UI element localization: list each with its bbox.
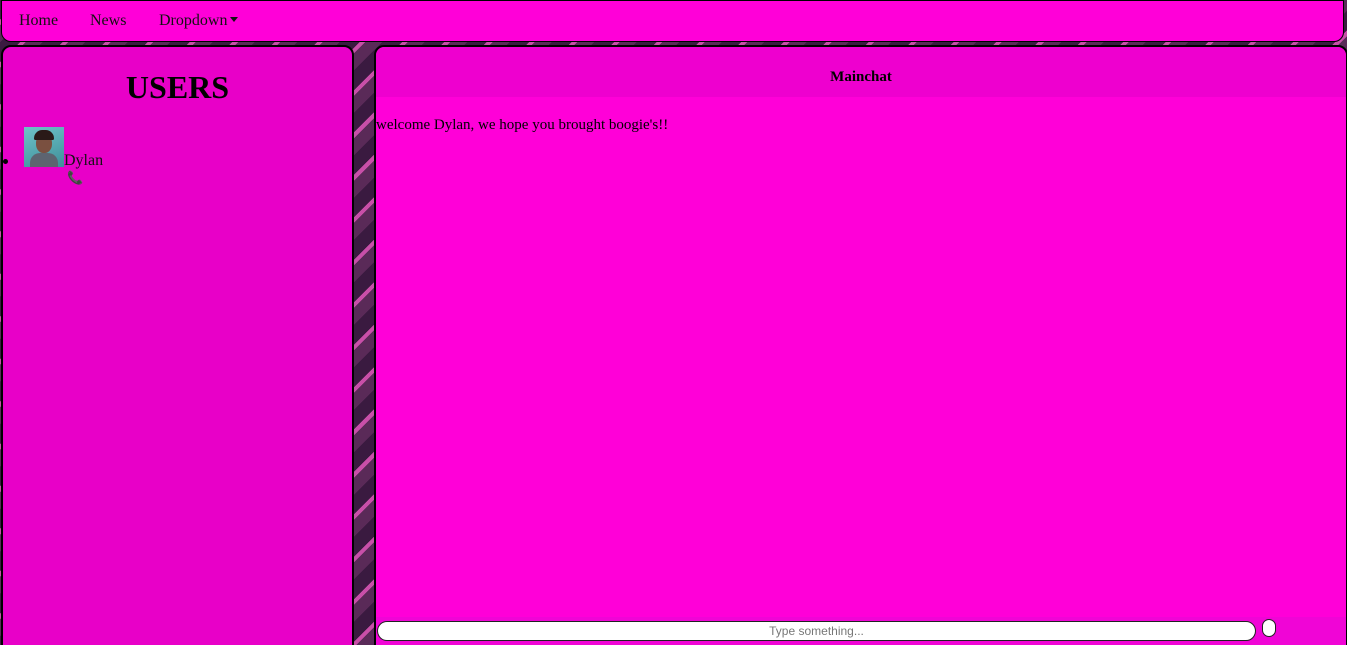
top-navbar: Home News Dropdown	[1, 0, 1344, 42]
phone-icon[interactable]: 📞	[67, 170, 83, 186]
list-bullet	[3, 159, 8, 164]
user-name[interactable]: Dylan📞	[64, 152, 103, 188]
chat-panel: Mainchat welcome Dylan, we hope you brou…	[374, 45, 1347, 645]
chat-header: Mainchat	[376, 47, 1346, 97]
users-panel: USERS Dylan📞	[1, 45, 354, 645]
chat-message: welcome Dylan, we hope you brought boogi…	[376, 117, 669, 133]
nav-dropdown-label: Dropdown	[159, 12, 228, 29]
nav-news-link[interactable]: News	[90, 12, 126, 30]
users-title: USERS	[125, 69, 230, 105]
chat-message-input[interactable]	[377, 621, 1256, 641]
user-name-text: Dylan	[64, 152, 104, 169]
chat-input-bar	[376, 617, 1346, 645]
caret-down-icon	[230, 17, 239, 22]
nav-dropdown-toggle[interactable]: Dropdown	[159, 12, 239, 30]
avatar[interactable]	[24, 127, 64, 167]
chat-title: Mainchat	[830, 69, 892, 85]
send-button[interactable]	[1262, 619, 1276, 637]
nav-home-link[interactable]: Home	[19, 12, 58, 30]
